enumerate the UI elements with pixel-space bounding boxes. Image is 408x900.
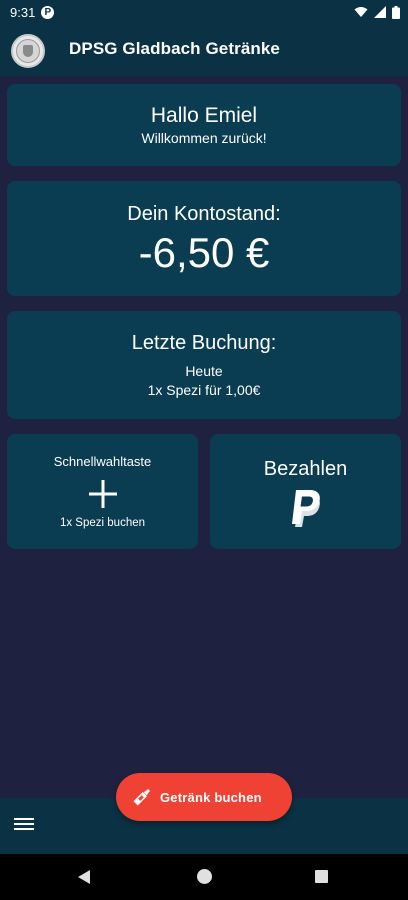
recents-icon[interactable] (315, 870, 328, 883)
last-booking-detail: 1x Spezi für 1,00€ (147, 382, 261, 398)
signal-icon (374, 6, 386, 18)
status-icons (354, 5, 400, 19)
status-time: 9:31 (10, 4, 36, 20)
book-drink-label: Getränk buchen (160, 789, 262, 805)
plus-icon (88, 479, 117, 508)
balance-value: -6,50 € (138, 228, 270, 276)
quick-book-sub: 1x Spezi buchen (59, 516, 146, 529)
app-title: DPSG Gladbach Getränke (69, 39, 280, 58)
pay-label: Bezahlen (263, 457, 348, 480)
bottle-icon (133, 788, 151, 806)
last-booking-label: Letzte Buchung: (131, 332, 277, 354)
system-nav-bar (0, 854, 408, 900)
quick-book-label: Schnellwahltaste (53, 453, 152, 469)
pay-button[interactable]: Bezahlen (210, 434, 401, 549)
battery-icon (392, 5, 400, 19)
back-icon[interactable] (77, 869, 91, 885)
dpsg-logo-icon (11, 34, 45, 68)
home-icon[interactable] (197, 869, 212, 884)
paypal-icon (291, 489, 320, 527)
greeting-title: Hallo Emiel (150, 104, 258, 127)
balance-card: Dein Kontostand: -6,50 € (7, 181, 401, 296)
hamburger-menu-icon[interactable] (14, 818, 34, 834)
greeting-card: Hallo Emiel Willkommen zurück! (7, 84, 401, 166)
balance-label: Dein Kontostand: (127, 202, 281, 225)
last-booking-card: Letzte Buchung: Heute 1x Spezi für 1,00€ (7, 311, 401, 419)
quick-book-button[interactable]: Schnellwahltaste 1x Spezi buchen (7, 434, 198, 549)
status-bar: 9:31 P (0, 0, 408, 24)
p-circle-icon: P (41, 5, 55, 19)
last-booking-date: Heute (185, 363, 223, 379)
app-bar: DPSG Gladbach Getränke (0, 24, 408, 76)
book-drink-fab[interactable]: Getränk buchen (116, 773, 292, 821)
greeting-subtitle: Willkommen zurück! (141, 130, 267, 146)
wifi-icon (354, 7, 368, 17)
